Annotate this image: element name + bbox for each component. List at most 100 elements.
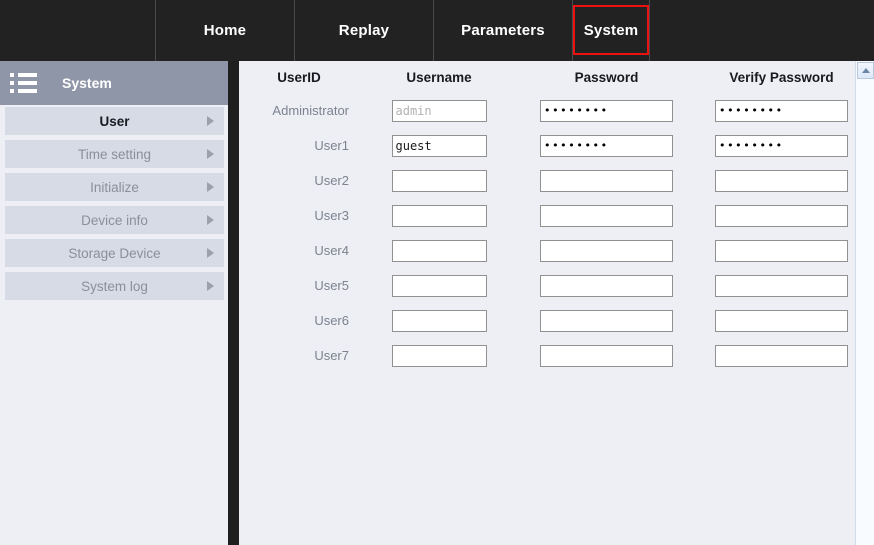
user-id-label: User6 xyxy=(314,313,349,328)
password-input[interactable] xyxy=(540,204,673,227)
username-input[interactable] xyxy=(391,309,487,332)
chevron-up-icon xyxy=(861,68,870,73)
nav-separator xyxy=(649,0,650,61)
sidebar-item-label: Initialize xyxy=(90,179,139,195)
password-input[interactable] xyxy=(540,169,673,192)
verify-password-input[interactable] xyxy=(715,274,848,297)
tab-parameters-label: Parameters xyxy=(461,22,545,39)
username-input[interactable] xyxy=(391,204,487,227)
password-cell xyxy=(519,169,694,192)
sidebar-item-label: Storage Device xyxy=(68,245,161,261)
table-row: User6guest xyxy=(239,303,853,338)
sidebar-item-user[interactable]: User xyxy=(5,107,224,135)
sidebar-item-storage-device[interactable]: Storage Device xyxy=(5,239,224,267)
username-input[interactable]: guest xyxy=(391,134,487,157)
password-cell: •••••••• xyxy=(519,134,694,157)
username-input[interactable] xyxy=(391,169,487,192)
password-input[interactable] xyxy=(540,274,673,297)
sidebar-item-time-setting[interactable]: Time setting xyxy=(5,140,224,168)
verify-password-cell: •••••••• xyxy=(694,99,869,122)
verify-password-cell xyxy=(694,344,869,367)
tab-replay-label: Replay xyxy=(338,22,390,39)
password-input[interactable] xyxy=(540,239,673,262)
password-input[interactable] xyxy=(540,344,673,367)
chevron-right-icon xyxy=(207,281,214,291)
sidebar-item-label: User xyxy=(99,113,130,129)
chevron-right-icon xyxy=(207,116,214,126)
username-input[interactable] xyxy=(391,344,487,367)
list-icon xyxy=(10,72,40,94)
sidebar-item-initialize[interactable]: Initialize xyxy=(5,173,224,201)
username-cell xyxy=(359,309,519,332)
username-cell: guest xyxy=(359,134,519,157)
sidebar: System User Time setting Initialize Devi… xyxy=(0,61,228,545)
sidebar-title: System xyxy=(62,75,112,91)
user-id-label: Administrator xyxy=(272,103,349,118)
username-cell: admin xyxy=(359,99,519,122)
scrollbar-track[interactable] xyxy=(857,80,874,545)
tab-replay[interactable]: Replay xyxy=(295,0,433,61)
password-input[interactable] xyxy=(540,309,673,332)
password-input[interactable]: •••••••• xyxy=(540,99,673,122)
password-cell xyxy=(519,204,694,227)
username-cell xyxy=(359,204,519,227)
table-row: User1guest••••••••••••••••guest xyxy=(239,128,853,163)
user-id-label: User2 xyxy=(314,173,349,188)
top-navigation-bar: Home Replay Parameters System xyxy=(0,0,874,61)
username-cell xyxy=(359,169,519,192)
username-input[interactable] xyxy=(391,239,487,262)
verify-password-cell xyxy=(694,204,869,227)
verify-password-cell xyxy=(694,309,869,332)
verify-password-cell xyxy=(694,239,869,262)
table-row: User5guest xyxy=(239,268,853,303)
verify-password-input[interactable]: •••••••• xyxy=(715,134,848,157)
verify-password-input[interactable] xyxy=(715,309,848,332)
content-area: UserID Username Password Verify Password… xyxy=(239,61,874,545)
scroll-up-button[interactable] xyxy=(857,62,874,79)
username-cell xyxy=(359,239,519,262)
user-id-label: User4 xyxy=(314,243,349,258)
tab-home[interactable]: Home xyxy=(156,0,294,61)
verify-password-input[interactable] xyxy=(715,344,848,367)
verify-password-input[interactable] xyxy=(715,239,848,262)
password-cell xyxy=(519,274,694,297)
sidebar-content-divider xyxy=(228,61,239,545)
chevron-right-icon xyxy=(207,215,214,225)
username-input[interactable]: admin xyxy=(391,99,487,122)
table-header-row: UserID Username Password Verify Password… xyxy=(239,61,853,93)
verify-password-input[interactable]: •••••••• xyxy=(715,99,848,122)
user-id-label: User7 xyxy=(314,348,349,363)
password-cell xyxy=(519,239,694,262)
table-row: Administratoradmin••••••••••••••••admin xyxy=(239,93,853,128)
chevron-right-icon xyxy=(207,248,214,258)
sidebar-item-device-info[interactable]: Device info xyxy=(5,206,224,234)
password-cell xyxy=(519,309,694,332)
column-header-password: Password xyxy=(574,69,639,85)
sidebar-item-system-log[interactable]: System log xyxy=(5,272,224,300)
user-table: UserID Username Password Verify Password… xyxy=(239,61,853,373)
vertical-scrollbar[interactable] xyxy=(855,61,874,545)
username-input[interactable] xyxy=(391,274,487,297)
tab-home-label: Home xyxy=(203,22,247,39)
chevron-right-icon xyxy=(207,149,214,159)
user-id-label: User3 xyxy=(314,208,349,223)
verify-password-input[interactable] xyxy=(715,169,848,192)
sidebar-item-label: System log xyxy=(81,278,148,294)
column-header-username: Username xyxy=(406,69,472,85)
user-id-label: User1 xyxy=(314,138,349,153)
column-header-userid: UserID xyxy=(277,69,321,85)
nav-tab-list: Home Replay Parameters System xyxy=(155,0,650,61)
password-input[interactable]: •••••••• xyxy=(540,134,673,157)
password-cell xyxy=(519,344,694,367)
tab-system[interactable]: System xyxy=(573,0,649,61)
tab-parameters[interactable]: Parameters xyxy=(434,0,572,61)
verify-password-cell xyxy=(694,169,869,192)
table-row: User7guest xyxy=(239,338,853,373)
table-row: User2guest xyxy=(239,163,853,198)
sidebar-menu: User Time setting Initialize Device info… xyxy=(0,105,228,300)
verify-password-cell xyxy=(694,274,869,297)
verify-password-input[interactable] xyxy=(715,204,848,227)
sidebar-item-label: Device info xyxy=(81,212,148,228)
password-cell: •••••••• xyxy=(519,99,694,122)
column-header-verify-password: Verify Password xyxy=(729,69,834,85)
